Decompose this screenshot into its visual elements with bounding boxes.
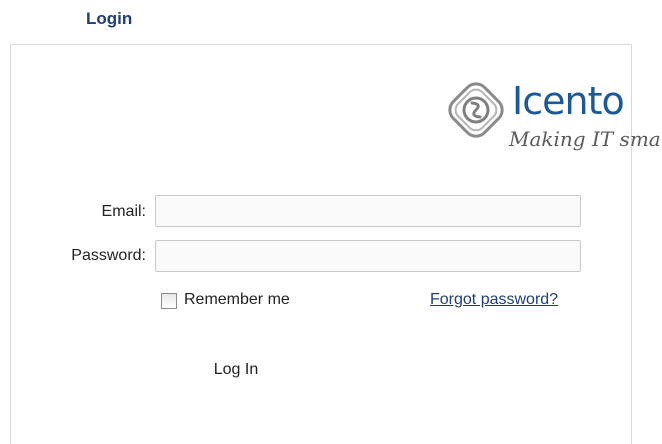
icento-swirl-logo-icon <box>448 82 504 138</box>
logo-wordmark: Icento <box>512 79 625 123</box>
email-field[interactable] <box>155 195 581 227</box>
email-label: Email: <box>101 203 146 220</box>
logo-tagline: Making IT smart <box>509 127 662 151</box>
icento-logo: Icento Making IT smart <box>442 76 662 160</box>
remember-me-checkbox[interactable] <box>161 293 177 309</box>
password-label: Password: <box>71 247 146 264</box>
login-button[interactable]: Log In <box>194 354 278 386</box>
remember-me-label[interactable]: Remember me <box>184 291 290 309</box>
page-title: Login <box>86 9 133 28</box>
password-field[interactable] <box>155 240 581 272</box>
forgot-password-link[interactable]: Forgot password? <box>430 291 558 309</box>
